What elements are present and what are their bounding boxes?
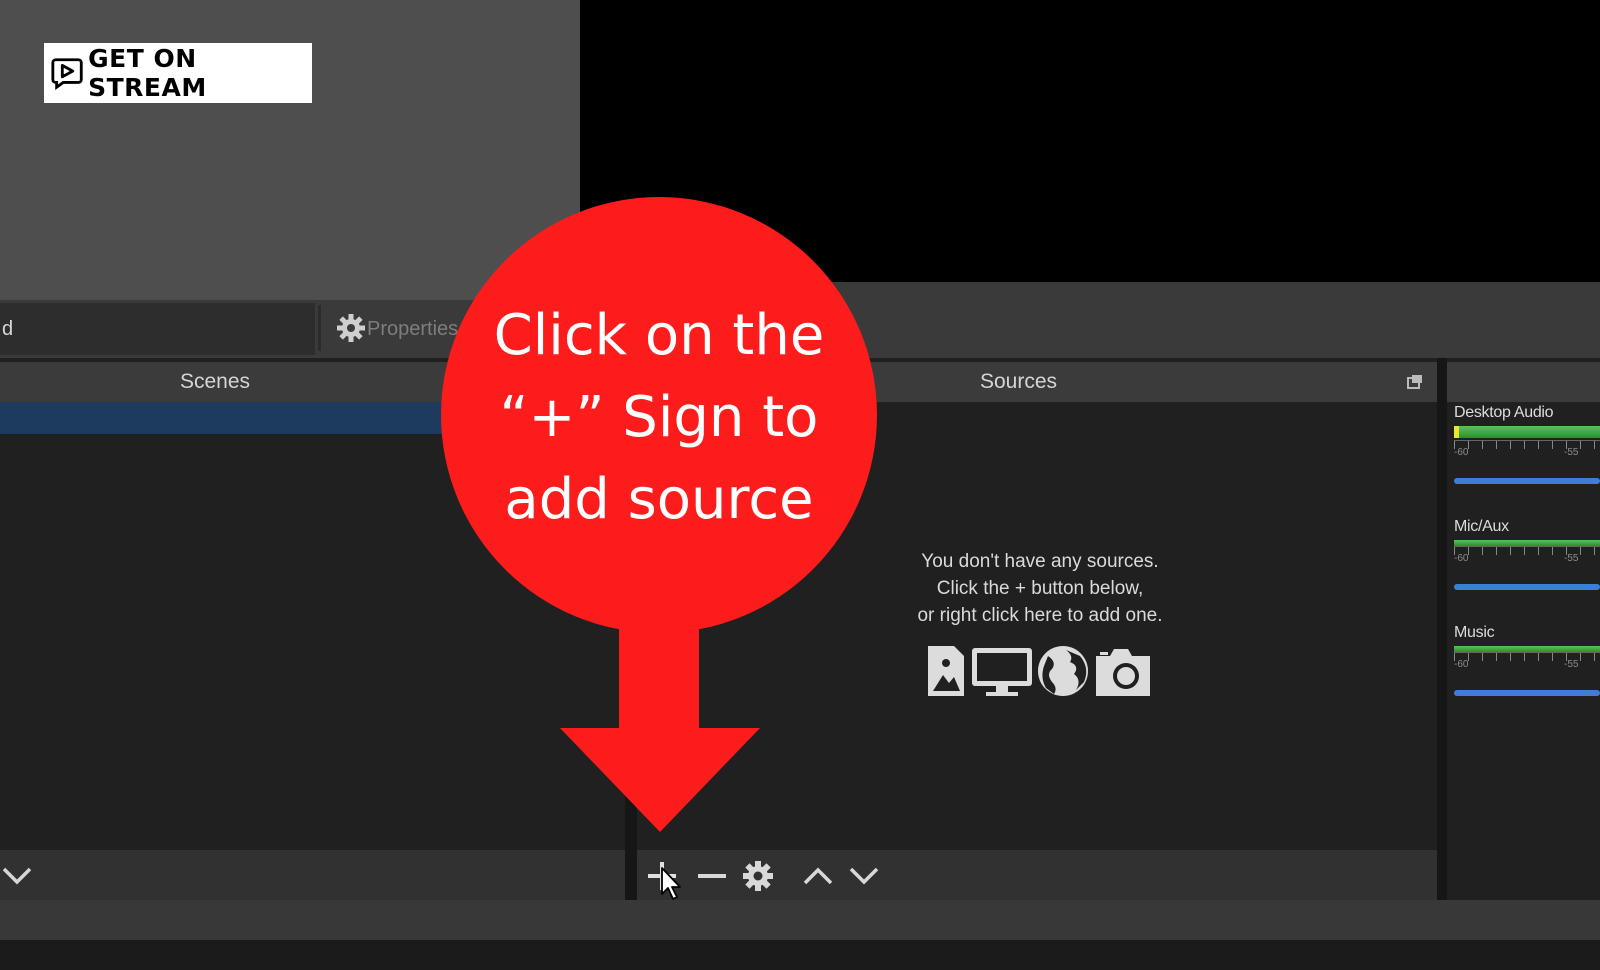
scale-label: -55: [1564, 659, 1579, 670]
volume-slider[interactable]: [1454, 690, 1600, 696]
channel-name: Desktop Audio: [1454, 404, 1554, 421]
scenes-title: Scenes: [180, 370, 251, 393]
scale-label: -55: [1564, 553, 1579, 564]
minus-icon[interactable]: [694, 858, 730, 894]
chevron-down-icon[interactable]: [0, 860, 34, 890]
context-divider: [318, 305, 321, 351]
properties-button[interactable]: Properties: [367, 318, 458, 341]
callout-text: Click on the “+” Sign to add source: [451, 295, 867, 541]
image-icon: [928, 646, 964, 696]
camera-icon: [1096, 649, 1150, 696]
channel-name: Mic/Aux: [1454, 518, 1509, 535]
current-scene-box: [0, 303, 315, 355]
mouse-cursor-icon: [661, 867, 681, 900]
mixer-channel: Mic/Aux -60 -55: [1454, 518, 1600, 590]
gear-icon[interactable]: [336, 313, 366, 343]
scale-label: -55: [1564, 447, 1579, 458]
get-on-stream-logo: GET ON STREAM: [44, 43, 312, 103]
chevron-up-icon[interactable]: [800, 858, 836, 894]
mixer-channel: Desktop Audio -60 -55: [1454, 404, 1600, 484]
callout-line: Click on the: [493, 303, 825, 368]
controls-bar: [0, 900, 1600, 940]
callout-line: “+” Sign to: [499, 385, 819, 450]
volume-meter: [1454, 426, 1600, 440]
scale-label: -60: [1454, 447, 1469, 458]
play-chat-icon: [51, 58, 83, 90]
arrow-down-icon: [560, 620, 760, 832]
source-type-icons: [928, 646, 1150, 696]
logo-text: GET ON STREAM: [88, 44, 207, 102]
empty-line: or right click here to add one.: [917, 605, 1163, 626]
scale-label: -60: [1454, 553, 1469, 564]
volume-slider[interactable]: [1454, 584, 1600, 590]
status-bar: [0, 940, 1600, 970]
callout-line: add source: [504, 467, 814, 532]
sources-title: Sources: [980, 370, 1058, 393]
globe-icon: [1038, 646, 1088, 696]
mixer-channel: Music -60 -55: [1454, 624, 1600, 696]
undock-icon[interactable]: [1406, 373, 1424, 391]
scale-label: -60: [1454, 659, 1469, 670]
dock-separator[interactable]: [1437, 358, 1447, 900]
chevron-down-icon[interactable]: [846, 858, 882, 894]
scene-list-item-selected[interactable]: [0, 402, 445, 434]
scenes-toolbar: [0, 850, 625, 900]
sources-empty-message: You don't have any sources. Click the + …: [860, 548, 1220, 629]
volume-slider[interactable]: [1454, 478, 1600, 484]
audio-mixer-header: [1447, 362, 1600, 402]
channel-name: Music: [1454, 624, 1495, 641]
gear-icon[interactable]: [740, 858, 776, 894]
current-scene-name: d: [2, 318, 14, 340]
empty-line: Click the + button below,: [936, 578, 1144, 599]
empty-line: You don't have any sources.: [921, 551, 1159, 572]
display-icon: [972, 648, 1032, 696]
